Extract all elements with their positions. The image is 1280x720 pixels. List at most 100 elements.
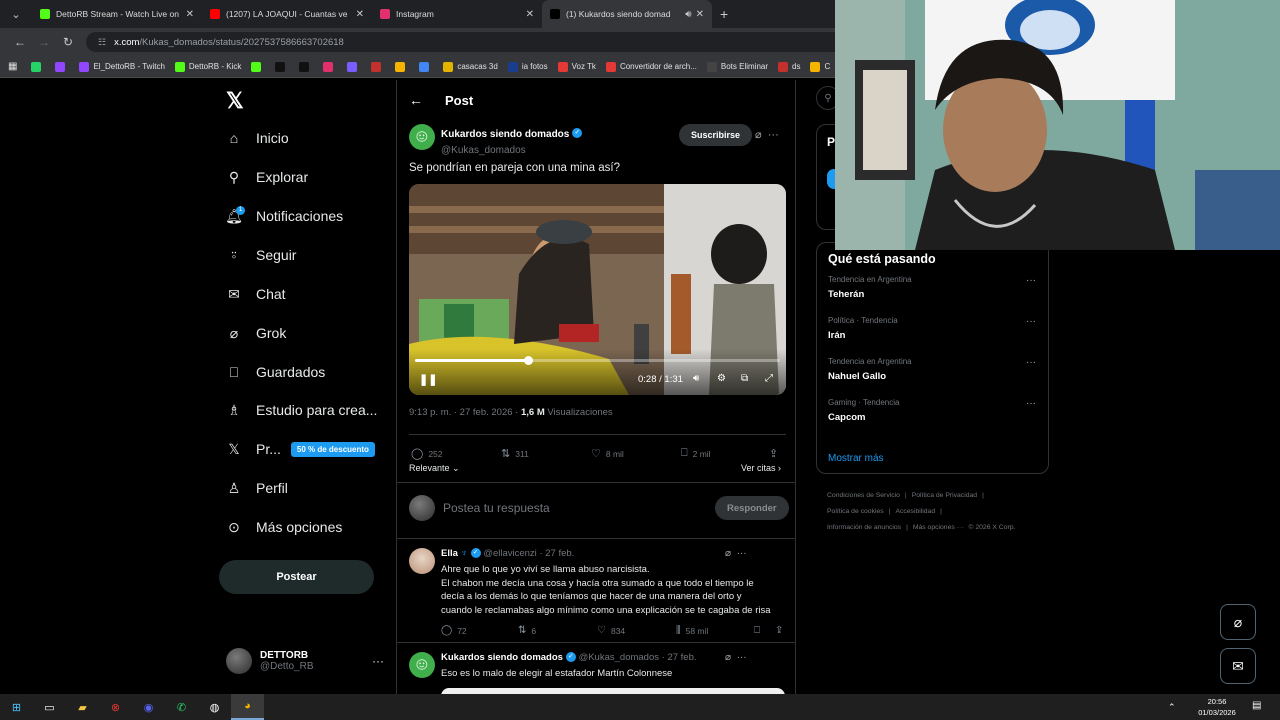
more-icon[interactable]: ··· bbox=[372, 654, 384, 668]
discord-icon[interactable]: ◉ bbox=[132, 694, 165, 720]
app-red-icon[interactable]: ⊗ bbox=[99, 694, 132, 720]
sidebar-item-perfil[interactable]: ♙ Perfil bbox=[226, 480, 288, 497]
browser-tab[interactable]: (1207) LA JOAQUI - Cuantas ve ✕ bbox=[202, 0, 372, 28]
like-action[interactable]: ♡ 834 bbox=[597, 625, 625, 636]
bookmark-action[interactable]: ⎕ 2 mil bbox=[681, 447, 711, 460]
bookmark-item[interactable]: DettoRB - Kick bbox=[174, 61, 241, 72]
author-name[interactable]: Kukardos siendo domados bbox=[441, 129, 569, 140]
footer-link[interactable]: Accesibilidad bbox=[895, 508, 935, 515]
view-quotes-link[interactable]: Ver citas › bbox=[741, 463, 781, 473]
sidebar-item-explorar[interactable]: ⚲ Explorar bbox=[226, 169, 308, 186]
file-explorer-icon[interactable]: ▰ bbox=[66, 694, 99, 720]
footer-link[interactable]: © 2026 X Corp. bbox=[968, 524, 1015, 531]
sidebar-item-estudio-para-crea[interactable]: ♗ Estudio para crea... bbox=[226, 402, 378, 419]
subscribe-button[interactable]: Suscribirse bbox=[679, 124, 753, 146]
grok-float-button[interactable]: ⌀ bbox=[1220, 604, 1256, 640]
x-logo-icon[interactable]: 𝕏 bbox=[226, 88, 244, 114]
notification-icon[interactable]: ▤ bbox=[1252, 700, 1261, 711]
repost-action[interactable]: ⇅ 311 bbox=[501, 447, 529, 460]
reload-icon[interactable]: ↻ bbox=[56, 35, 80, 49]
bookmark-item[interactable] bbox=[419, 61, 433, 72]
apps-grid-icon[interactable]: ▦ bbox=[8, 61, 17, 72]
video-progress-bar[interactable] bbox=[415, 356, 780, 365]
more-icon[interactable]: ··· bbox=[1026, 398, 1036, 409]
bookmark-item[interactable] bbox=[31, 61, 45, 72]
back-arrow-icon[interactable]: ← bbox=[409, 92, 423, 108]
views-action[interactable]: ⫼ 58 mil bbox=[676, 625, 708, 636]
close-tab-icon[interactable]: ✕ bbox=[696, 9, 704, 20]
browser-tab[interactable]: DettoRB Stream - Watch Live on ✕ bbox=[32, 0, 202, 28]
bookmark-item[interactable] bbox=[395, 61, 409, 72]
speaker-icon[interactable]: 🔊︎ bbox=[685, 9, 691, 20]
reply-input[interactable]: Postea tu respuesta bbox=[443, 501, 550, 515]
reply-author-name[interactable]: Ella bbox=[441, 548, 458, 559]
fullscreen-icon[interactable]: ⤢ bbox=[765, 373, 773, 384]
settings-gear-icon[interactable]: ⚙ bbox=[717, 373, 726, 384]
like-action[interactable]: ♡ 8 mil bbox=[591, 447, 624, 460]
back-arrow-icon[interactable]: ← bbox=[8, 35, 32, 49]
more-icon[interactable]: ··· bbox=[1026, 357, 1036, 368]
reply-avatar[interactable] bbox=[409, 548, 435, 574]
video-player[interactable]: ❚❚ 0:28 / 1:31 🔊︎ ⚙ ⧉ ⤢ bbox=[409, 184, 786, 395]
close-tab-icon[interactable]: ✕ bbox=[356, 9, 364, 20]
sidebar-item-inicio[interactable]: ⌂ Inicio bbox=[226, 130, 289, 146]
tweet-timestamp[interactable]: 9:13 p. m. · 27 feb. 2026 · bbox=[409, 407, 521, 418]
sidebar-item-seguir[interactable]: ⍤ Seguir bbox=[226, 247, 297, 264]
bookmark-item[interactable] bbox=[55, 61, 69, 72]
windows-start-icon[interactable]: ⊞ bbox=[0, 694, 33, 720]
footer-link[interactable]: Más opciones ··· bbox=[913, 524, 964, 531]
bookmark-item[interactable]: Voz Tk bbox=[557, 61, 596, 72]
bookmark-item[interactable]: C bbox=[810, 61, 830, 72]
obs-icon[interactable]: ◍ bbox=[198, 694, 231, 720]
more-icon[interactable]: ··· bbox=[737, 652, 747, 663]
footer-link[interactable]: Condiciones de Servicio bbox=[827, 492, 900, 499]
bookmark-item[interactable]: Bots Eliminar bbox=[706, 61, 768, 72]
share-action[interactable]: ⇪ bbox=[775, 625, 788, 636]
reply-item[interactable]: Ella ♆ ✓ @ellavicenzi · 27 feb. ⌀ ··· Ahr… bbox=[409, 548, 785, 652]
tab-search-button[interactable]: ⌄ bbox=[6, 4, 26, 24]
share-action[interactable]: ⇪ bbox=[769, 447, 783, 460]
sort-dropdown[interactable]: Relevante ⌄ bbox=[409, 463, 460, 473]
close-tab-icon[interactable]: ✕ bbox=[526, 9, 534, 20]
sidebar-item-chat[interactable]: ✉ Chat bbox=[226, 286, 285, 303]
browser-tab[interactable]: Instagram ✕ bbox=[372, 0, 542, 28]
footer-link[interactable]: Información de anuncios bbox=[827, 524, 901, 531]
bookmark-item[interactable] bbox=[347, 61, 361, 72]
repost-action[interactable]: ⇅ 6 bbox=[518, 625, 536, 636]
bookmark-item[interactable]: El_DettoRB - Twitch bbox=[79, 61, 165, 72]
reply-date[interactable]: · 27 feb. bbox=[539, 548, 574, 559]
task-view-icon[interactable]: ▭ bbox=[33, 694, 66, 720]
pause-icon[interactable]: ❚❚ bbox=[419, 373, 437, 386]
author-handle[interactable]: @Kukas_domados bbox=[441, 145, 582, 156]
clock[interactable]: 20:56 01/03/2026 bbox=[1196, 696, 1238, 718]
grok-icon[interactable]: ⌀ bbox=[725, 652, 731, 663]
new-tab-button[interactable]: + bbox=[720, 6, 728, 22]
footer-link[interactable]: Política de Privacidad bbox=[912, 492, 977, 499]
bookmark-item[interactable]: ds bbox=[778, 61, 800, 72]
bookmark-item[interactable] bbox=[299, 61, 313, 72]
chrome-icon[interactable]: ◕ bbox=[231, 694, 264, 720]
trend-item[interactable]: Gaming · Tendencia Capcom ··· bbox=[828, 398, 1040, 423]
close-tab-icon[interactable]: ✕ bbox=[186, 9, 194, 20]
bookmark-item[interactable] bbox=[371, 61, 385, 72]
reply-date[interactable]: · 27 feb. bbox=[662, 652, 697, 663]
reply-button[interactable]: Responder bbox=[715, 496, 789, 520]
volume-icon[interactable]: 🔊︎ bbox=[693, 373, 699, 384]
sidebar-item-grok[interactable]: ⌀ Grok bbox=[226, 325, 287, 342]
footer-link[interactable]: Política de cookies bbox=[827, 508, 884, 515]
reply-avatar[interactable]: 🙂︎ bbox=[409, 652, 435, 678]
trend-item[interactable]: Tendencia en Argentina Teherán ··· bbox=[828, 275, 1040, 300]
author-avatar[interactable]: 🙂︎ bbox=[409, 124, 435, 150]
bookmark-item[interactable] bbox=[251, 61, 265, 72]
reply-author-handle[interactable]: @ellavicenzi bbox=[483, 548, 536, 559]
account-switcher[interactable]: DETTORB @Detto_RB ··· bbox=[226, 648, 384, 674]
sidebar-item-pr[interactable]: 𝕏 Pr... 50 % de descuento bbox=[226, 441, 375, 457]
show-more-link[interactable]: Mostrar más bbox=[828, 453, 884, 464]
pip-icon[interactable]: ⧉ bbox=[741, 373, 748, 384]
reply-action[interactable]: ◯ 252 bbox=[411, 447, 443, 460]
whatsapp-icon[interactable]: ✆ bbox=[165, 694, 198, 720]
tray-chevron-icon[interactable]: ⌃ bbox=[1168, 702, 1176, 713]
reply-item[interactable]: 🙂︎ Kukardos siendo domados ✓ @Kukas_domad… bbox=[409, 652, 785, 694]
sidebar-item-guardados[interactable]: ⎕ Guardados bbox=[226, 364, 325, 381]
sidebar-item-más-opciones[interactable]: ⊙ Más opciones bbox=[226, 519, 342, 536]
